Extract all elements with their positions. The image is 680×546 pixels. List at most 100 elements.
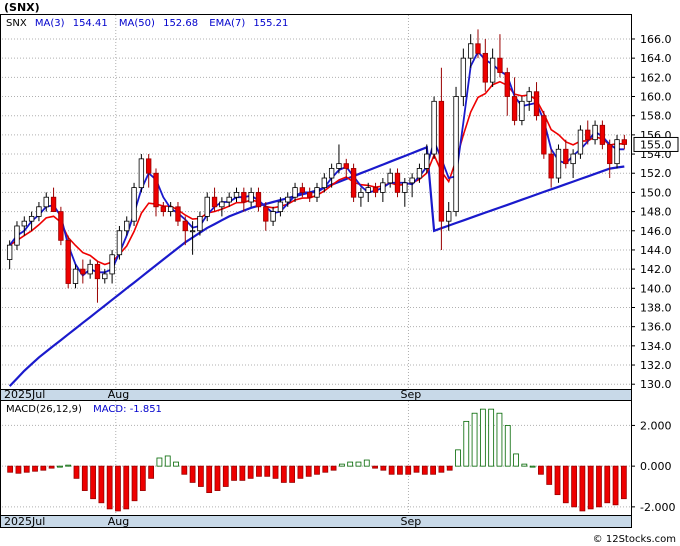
macd-bar (32, 465, 38, 472)
macd-bar (256, 465, 262, 477)
price-tick-label: 166.0 (640, 33, 672, 46)
candle-body (446, 211, 452, 222)
candle-body (94, 263, 101, 280)
price-tick-label: 158.0 (640, 110, 672, 123)
macd-bar (587, 465, 594, 510)
candle-body (511, 96, 518, 121)
candle-body (438, 100, 445, 222)
macd-legend-value: -1.851 (130, 404, 162, 415)
macd-bar (363, 459, 370, 467)
macd-bar (231, 465, 237, 481)
price-tick-label: 152.0 (640, 167, 672, 180)
macd-bar (612, 465, 619, 506)
macd-bar (496, 412, 503, 467)
macd-tick-label: 0.000 (640, 460, 672, 473)
candle (431, 96, 437, 159)
candle (138, 154, 145, 193)
candle (577, 125, 584, 159)
candle-body (87, 263, 93, 275)
macd-bar (305, 465, 312, 477)
price-date-strip (0, 389, 632, 401)
macd-bar (355, 461, 362, 467)
candle-body (197, 215, 203, 232)
candle (555, 144, 562, 183)
candle-body (394, 172, 401, 193)
candle-body (175, 206, 181, 222)
chart-title: (SNX) (4, 1, 40, 14)
price-panel (0, 14, 632, 390)
macd-bar (413, 465, 420, 473)
macd-bar (264, 465, 271, 477)
candle-body (409, 177, 415, 184)
macd-bar (65, 464, 72, 467)
candle (350, 163, 357, 202)
macd-bar (430, 465, 436, 475)
macd-bar (106, 465, 113, 510)
legend-ma3-label: MA(3) (35, 18, 65, 29)
macd-bar (57, 465, 63, 468)
price-tick-label: 140.0 (640, 282, 672, 295)
candle-body (577, 129, 584, 155)
macd-bar (7, 465, 14, 473)
candle-body (607, 144, 613, 165)
price-tick-label: 134.0 (640, 340, 672, 353)
candle-body (314, 187, 320, 198)
candle-body (131, 187, 137, 222)
macd-bar (156, 457, 163, 467)
candle-body (519, 100, 525, 121)
candle-body (226, 196, 232, 203)
candle-body (548, 153, 554, 179)
candle-body (182, 220, 188, 232)
candle-body (233, 192, 240, 198)
price-legend: SNX MA(3) 154.41 MA(50) 152.68 EMA(7) 15… (6, 18, 288, 29)
candle-body (592, 124, 598, 141)
macd-legend-label: MACD(26,12,9) (6, 404, 82, 415)
candle-body (343, 163, 349, 169)
candle-body (36, 206, 42, 217)
macd-bar (529, 465, 536, 468)
candle-body (6, 244, 13, 260)
macd-bar (123, 465, 130, 510)
macd-bar (90, 465, 96, 500)
macd-bar (189, 465, 196, 483)
candle-body (482, 52, 488, 83)
price-tick-label: 144.0 (640, 244, 672, 257)
candle-body (555, 148, 562, 179)
macd-axis: 2.000 0.000 -2.000 (631, 419, 675, 514)
candle-body (533, 91, 540, 117)
macd-date-strip (0, 515, 632, 528)
price-tick-label: 130.0 (640, 378, 672, 391)
macd-bar (596, 465, 602, 508)
legend-ma50-value: 152.68 (163, 18, 198, 29)
candle-body (570, 153, 576, 165)
footer-credit: © 12Stocks.com (593, 534, 676, 545)
candle-body (58, 211, 64, 241)
macd-bar (280, 465, 287, 483)
candle-body (241, 192, 247, 203)
last-price-tag: 155.0 (633, 136, 679, 152)
price-tick-label: 160.0 (640, 91, 672, 104)
macd-bar (579, 465, 586, 512)
candle-body (453, 96, 459, 212)
macd-legend: MACD(26,12,9) MACD: -1.851 (6, 404, 162, 415)
candle-body (255, 192, 262, 208)
macd-bar (604, 465, 611, 504)
candle-body (468, 43, 474, 59)
date-label: Sep (400, 388, 421, 401)
price-axis: 130.0 132.0 134.0 136.0 138.0 140.0 142.0 144.0… (631, 33, 672, 391)
price-tick-label: 164.0 (640, 52, 672, 65)
macd-tick-label: 2.000 (640, 419, 672, 432)
macd-bar (330, 465, 337, 471)
macd-bar (513, 453, 519, 467)
macd-bar (571, 465, 577, 508)
candle-body (28, 215, 35, 222)
candle-body (475, 43, 481, 54)
macd-bar (98, 465, 105, 504)
macd-bar (222, 465, 229, 487)
macd-bar (463, 420, 470, 467)
macd-bar (546, 465, 553, 485)
price-tick-label: 148.0 (640, 206, 672, 219)
macd-bar (562, 465, 569, 504)
candle-body (416, 168, 423, 179)
macd-bar (488, 408, 495, 467)
